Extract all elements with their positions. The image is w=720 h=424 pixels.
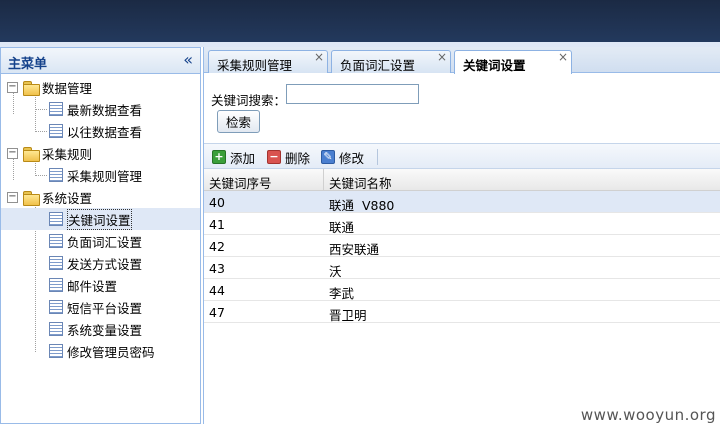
document-icon: [49, 168, 63, 182]
document-icon: [49, 322, 63, 336]
cell-name: 西安联通: [329, 242, 380, 257]
cell-id: 43: [209, 261, 225, 276]
table-row[interactable]: 44 李武: [204, 279, 720, 301]
edit-label: 修改: [339, 150, 365, 166]
delete-button[interactable]: − 删除: [267, 148, 310, 166]
add-label: 添加: [230, 150, 256, 166]
add-icon: +: [212, 150, 226, 164]
table-row[interactable]: 40 联通 V880: [204, 191, 720, 213]
tree-connector: [35, 131, 47, 132]
table-row[interactable]: 43 沃: [204, 257, 720, 279]
sidebar-item-label: 修改管理员密码: [67, 344, 155, 360]
content-panel: 采集规则管理 × 负面词汇设置 × 关键词设置 × 关键词搜索： 检索 + 添加…: [203, 47, 720, 424]
cell-id: 47: [209, 305, 225, 320]
folder-icon: [23, 190, 40, 206]
tab-label: 关键词设置: [463, 58, 526, 73]
sidebar-item-label: 负面词汇设置: [67, 234, 143, 250]
tree-connector: [35, 175, 47, 176]
document-icon: [49, 124, 63, 138]
table-row[interactable]: 42 西安联通: [204, 235, 720, 257]
delete-label: 删除: [285, 150, 311, 166]
cell-id: 41: [209, 217, 225, 232]
tab-label: 负面词汇设置: [340, 58, 416, 73]
cell-name: 联通: [329, 220, 355, 235]
tree-group-label: 数据管理: [42, 80, 93, 96]
cell-name: 沃: [329, 264, 342, 279]
cell-id: 42: [209, 239, 225, 254]
cell-id: 44: [209, 283, 225, 298]
tree-group-label: 系统设置: [42, 190, 93, 206]
edit-button[interactable]: ✎ 修改: [321, 148, 364, 166]
tab-label: 采集规则管理: [217, 58, 293, 73]
close-icon[interactable]: ×: [437, 50, 447, 64]
sidebar-item-label: 关键词设置: [67, 208, 132, 230]
sidebar-item-label: 邮件设置: [67, 278, 118, 294]
document-icon: [49, 212, 63, 226]
sidebar-item-admin-password[interactable]: 修改管理员密码: [49, 340, 155, 362]
collapse-icon[interactable]: «: [183, 50, 193, 69]
top-banner: [0, 0, 720, 42]
sidebar-item-label: 最新数据查看: [67, 102, 143, 118]
folder-icon: [23, 146, 40, 162]
cell-name: 李武: [329, 286, 355, 301]
toolbar-divider: [377, 149, 378, 165]
sidebar-item-latest-data[interactable]: 最新数据查看: [49, 98, 142, 120]
tab-keyword-settings[interactable]: 关键词设置 ×: [454, 50, 572, 74]
close-icon[interactable]: ×: [314, 50, 324, 64]
tree-group-data-management[interactable]: − 数据管理: [7, 76, 92, 98]
main-menu-title: 主菜单: [8, 57, 48, 72]
cell-name: 晋卫明: [329, 308, 367, 323]
edit-icon: ✎: [321, 150, 335, 164]
tree-connector: [35, 92, 36, 132]
add-button[interactable]: + 添加: [212, 148, 255, 166]
document-icon: [49, 300, 63, 314]
tab-negative-words[interactable]: 负面词汇设置 ×: [331, 50, 451, 73]
collapse-toggle-icon[interactable]: −: [7, 81, 18, 93]
sidebar-item-label: 短信平台设置: [67, 300, 143, 316]
document-icon: [49, 278, 63, 292]
document-icon: [49, 344, 63, 358]
sidebar-item-system-variables[interactable]: 系统变量设置: [49, 318, 142, 340]
collapse-toggle-icon[interactable]: −: [7, 191, 18, 203]
search-label: 关键词搜索：: [211, 93, 287, 108]
sidebar-item-send-method[interactable]: 发送方式设置: [49, 252, 142, 274]
watermark: www.wooyun.org: [580, 406, 716, 424]
sidebar-item-rule-management[interactable]: 采集规则管理: [49, 164, 142, 186]
delete-icon: −: [267, 150, 281, 164]
tree-group-system-settings[interactable]: − 系统设置: [7, 186, 92, 208]
column-divider[interactable]: [323, 169, 324, 191]
sidebar-item-label: 系统变量设置: [67, 322, 143, 338]
cell-id: 40: [209, 195, 225, 210]
grid-header: 关键词序号 关键词名称: [204, 169, 720, 191]
collapse-toggle-icon[interactable]: −: [7, 147, 18, 159]
table-row[interactable]: 47 晋卫明: [204, 301, 720, 323]
column-header-name[interactable]: 关键词名称: [329, 173, 392, 192]
tab-strip: 采集规则管理 × 负面词汇设置 × 关键词设置 ×: [204, 47, 720, 74]
sidebar-item-negative-words[interactable]: 负面词汇设置: [49, 230, 142, 252]
folder-icon: [23, 80, 40, 96]
sidebar-item-past-data[interactable]: 以往数据查看: [49, 120, 142, 142]
sidebar-item-keyword-settings[interactable]: 关键词设置: [1, 208, 200, 230]
sidebar-item-sms-platform[interactable]: 短信平台设置: [49, 296, 142, 318]
main-menu-panel: 主菜单 « − 数据管理 最新数据查看 以往数据查看 − 采集规则 采集规则管理…: [0, 47, 201, 424]
document-icon: [49, 102, 63, 116]
cell-name: 联通 V880: [329, 198, 395, 213]
sidebar-item-mail-settings[interactable]: 邮件设置: [49, 274, 117, 296]
close-icon[interactable]: ×: [558, 50, 568, 64]
search-button[interactable]: 检索: [217, 110, 260, 133]
sidebar-item-label: 发送方式设置: [67, 256, 143, 272]
sidebar-item-label: 以往数据查看: [67, 124, 143, 140]
grid-toolbar: + 添加 − 删除 ✎ 修改: [204, 143, 720, 169]
table-row[interactable]: 41 联通: [204, 213, 720, 235]
document-icon: [49, 234, 63, 248]
keyword-search-input[interactable]: [286, 84, 419, 104]
tree-group-collection-rules[interactable]: − 采集规则: [7, 142, 92, 164]
tree-group-label: 采集规则: [42, 146, 93, 162]
tab-collection-rules[interactable]: 采集规则管理 ×: [208, 50, 328, 73]
document-icon: [49, 256, 63, 270]
column-header-id[interactable]: 关键词序号: [209, 173, 272, 192]
sidebar-item-label: 采集规则管理: [67, 168, 143, 184]
tree-connector: [35, 109, 47, 110]
main-menu-header: 主菜单 «: [1, 48, 200, 74]
